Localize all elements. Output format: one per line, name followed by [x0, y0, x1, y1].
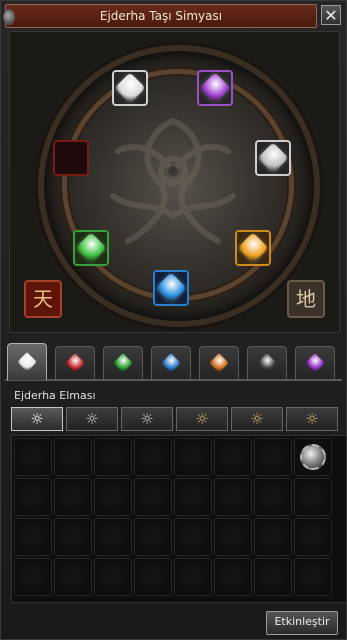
inventory-cell[interactable]: [174, 438, 212, 476]
inventory-cell[interactable]: [174, 558, 212, 596]
stone-type-tabs: [5, 343, 342, 381]
inventory-cell[interactable]: [254, 478, 292, 516]
alchemy-slot-bottom-right[interactable]: [235, 230, 271, 266]
inventory-cell[interactable]: [294, 438, 332, 476]
alchemy-slot-right[interactable]: [255, 140, 291, 176]
inventory-cell[interactable]: [214, 518, 252, 556]
grade-button-3[interactable]: ☼: [121, 407, 173, 431]
inventory-cell[interactable]: [94, 438, 132, 476]
stone-inventory-grid: [11, 435, 347, 603]
onyx-stone-icon: [257, 353, 277, 373]
inventory-cell[interactable]: [14, 518, 52, 556]
inventory-cell[interactable]: [214, 558, 252, 596]
inventory-cell[interactable]: [294, 478, 332, 516]
grade-button-6[interactable]: ☼: [286, 407, 338, 431]
inventory-cell[interactable]: [174, 518, 212, 556]
white-stone-icon: [114, 72, 146, 104]
inventory-cell[interactable]: [14, 558, 52, 596]
inventory-cell[interactable]: [254, 438, 292, 476]
inventory-cell[interactable]: [254, 518, 292, 556]
alchemy-board: 天 地: [9, 31, 340, 333]
alchemy-slot-top-right[interactable]: [197, 70, 233, 106]
heaven-seal[interactable]: 天: [24, 280, 62, 318]
tab-sapphire-stone[interactable]: [151, 346, 191, 379]
inventory-cell[interactable]: [294, 558, 332, 596]
inventory-cell[interactable]: [214, 478, 252, 516]
inventory-cell[interactable]: [174, 478, 212, 516]
inventory-cell[interactable]: [14, 438, 52, 476]
sapphire-stone-icon: [161, 353, 181, 373]
inventory-cell[interactable]: [54, 558, 92, 596]
inventory-cell[interactable]: [54, 518, 92, 556]
inventory-cell[interactable]: [14, 478, 52, 516]
grade-filter-bar: ☼ ☼ ☼ ☼ ☼ ☼: [11, 407, 341, 431]
amethyst-stone-icon: [305, 353, 325, 373]
white-stone-icon: [17, 352, 37, 372]
inventory-cell[interactable]: [134, 518, 172, 556]
inventory-cell[interactable]: [134, 478, 172, 516]
inventory-cell[interactable]: [94, 558, 132, 596]
inventory-cell[interactable]: [134, 438, 172, 476]
inventory-cell[interactable]: [134, 558, 172, 596]
alchemy-slot-left-empty[interactable]: [53, 140, 89, 176]
grade-button-1[interactable]: ☼: [11, 407, 63, 431]
inventory-cell[interactable]: [94, 478, 132, 516]
earth-seal[interactable]: 地: [287, 280, 325, 318]
sapphire-stone-icon: [155, 272, 187, 304]
window-title: Ejderha Taşı Simyası: [99, 9, 223, 23]
activate-button[interactable]: Etkinleştir: [266, 611, 338, 635]
title-bar[interactable]: Ejderha Taşı Simyası: [3, 4, 317, 28]
grade-button-5[interactable]: ☼: [231, 407, 283, 431]
ruby-stone-icon: [65, 353, 85, 373]
dragon-relief-icon: [110, 118, 236, 244]
garnet-stone-icon: [209, 353, 229, 373]
grade-button-4[interactable]: ☼: [176, 407, 228, 431]
dragon-stone-alchemy-window: Ejderha Taşı Simyası ✕ 天 地 Ejderha Elmas…: [0, 0, 347, 640]
onyx-stone-icon: [257, 142, 289, 174]
tab-garnet-stone[interactable]: [199, 346, 239, 379]
alchemy-slot-top-left[interactable]: [112, 70, 148, 106]
inventory-cell[interactable]: [294, 518, 332, 556]
inventory-cell[interactable]: [54, 438, 92, 476]
tab-jade-stone[interactable]: [103, 346, 143, 379]
grade-button-2[interactable]: ☼: [66, 407, 118, 431]
inventory-cell[interactable]: [54, 478, 92, 516]
inventory-cell[interactable]: [214, 438, 252, 476]
alchemy-slot-bottom-left[interactable]: [73, 230, 109, 266]
inventory-cell[interactable]: [254, 558, 292, 596]
amethyst-stone-icon: [199, 72, 231, 104]
jade-stone-icon: [113, 353, 133, 373]
close-button[interactable]: ✕: [321, 5, 341, 25]
tab-white-stone[interactable]: [7, 343, 47, 380]
tab-onyx-stone[interactable]: [247, 346, 287, 379]
garnet-stone-icon: [237, 232, 269, 264]
tab-amethyst-stone[interactable]: [295, 346, 335, 379]
alchemy-slot-bottom[interactable]: [153, 270, 189, 306]
tab-ruby-stone[interactable]: [55, 346, 95, 379]
diamond-stone-icon[interactable]: [300, 444, 326, 470]
stone-category-label: Ejderha Elması: [14, 389, 96, 402]
inventory-cell[interactable]: [94, 518, 132, 556]
jade-stone-icon: [75, 232, 107, 264]
